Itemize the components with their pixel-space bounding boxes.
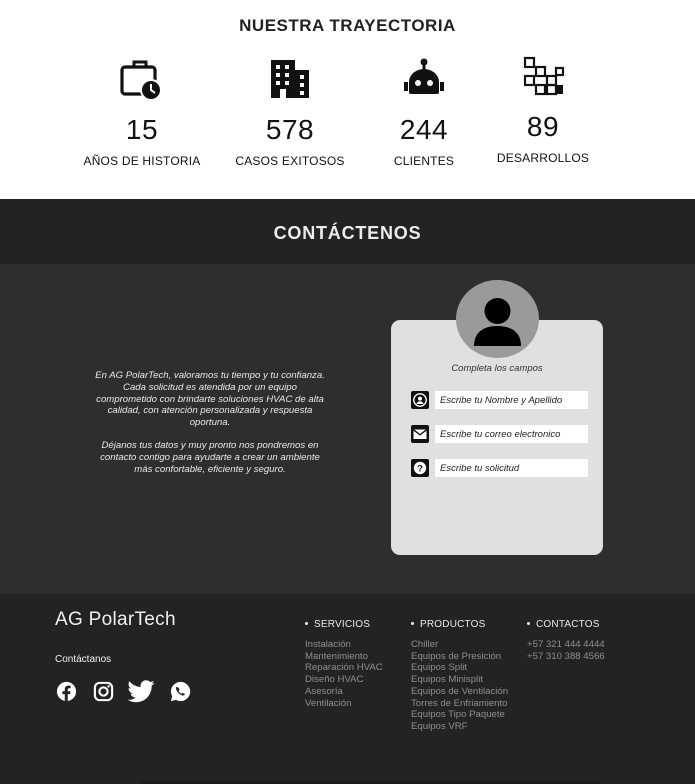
productos-item[interactable]: Equipos de Presición bbox=[411, 651, 508, 663]
contact-section: En AG PolarTech, valoramos tu tiempo y t… bbox=[0, 264, 695, 594]
contact-intro-paragraph-1: En AG PolarTech, valoramos tu tiempo y t… bbox=[95, 370, 325, 429]
servicios-item[interactable]: Diseño HVAC bbox=[305, 674, 383, 686]
name-field-row bbox=[411, 391, 588, 409]
stat-cases-label: CASOS EXITOSOS bbox=[235, 154, 345, 168]
contact-intro-paragraph-2: Déjanos tus datos y muy pronto nos pondr… bbox=[100, 439, 320, 475]
question-icon: ? bbox=[411, 459, 429, 477]
envelope-icon bbox=[411, 425, 429, 443]
facebook-icon[interactable] bbox=[55, 680, 78, 703]
phone-number[interactable]: +57 321 444 4444 bbox=[527, 639, 605, 651]
productos-item[interactable]: Equipos Minisplit bbox=[411, 674, 508, 686]
stat-developments-label: DESARROLLOS bbox=[496, 151, 590, 165]
footer-contact-link[interactable]: Contáctanos bbox=[55, 654, 111, 665]
email-input[interactable] bbox=[435, 425, 588, 443]
social-links bbox=[55, 680, 195, 704]
servicios-item[interactable]: Asesoría bbox=[305, 686, 383, 698]
whatsapp-icon[interactable] bbox=[169, 680, 192, 703]
footer-brand: AG PolarTech bbox=[55, 609, 176, 630]
stat-developments: 89 DESARROLLOS bbox=[473, 55, 613, 165]
stat-cases-value: 578 bbox=[265, 114, 315, 145]
stat-years: 15 AÑOS DE HISTORIA bbox=[72, 58, 212, 168]
request-input[interactable] bbox=[435, 459, 588, 477]
servicios-item[interactable]: Instalación bbox=[305, 639, 383, 651]
svg-text:?: ? bbox=[417, 463, 423, 474]
footer-productos: PRODUCTOS Chiller Equipos de Presición E… bbox=[411, 619, 508, 733]
productos-heading: PRODUCTOS bbox=[411, 619, 508, 630]
name-input[interactable] bbox=[435, 391, 588, 409]
stat-cases: 578 CASOS EXITOSOS bbox=[220, 58, 360, 168]
servicios-item[interactable]: Mantenimiento bbox=[305, 651, 383, 663]
email-field-row bbox=[411, 425, 588, 443]
productos-item[interactable]: Chiller bbox=[411, 639, 508, 651]
contact-header: CONTÁCTENOS bbox=[0, 199, 695, 264]
trajectory-section: NUESTRA TRAYECTORIA 15 AÑOS DE HISTORIA … bbox=[0, 0, 695, 199]
user-circle-icon bbox=[411, 391, 429, 409]
twitter-icon[interactable] bbox=[127, 680, 155, 703]
briefcase-clock-icon bbox=[120, 60, 162, 101]
contactos-heading: CONTACTOS bbox=[527, 619, 605, 630]
footer-servicios: SERVICIOS Instalación Mantenimiento Repa… bbox=[305, 619, 383, 709]
servicios-item[interactable]: Reparación HVAC bbox=[305, 662, 383, 674]
contact-intro: En AG PolarTech, valoramos tu tiempo y t… bbox=[95, 370, 325, 475]
request-field-row: ? bbox=[411, 459, 588, 477]
phone-number[interactable]: +57 310 388 4566 bbox=[527, 651, 605, 663]
stat-developments-value: 89 bbox=[526, 111, 560, 142]
building-icon bbox=[271, 60, 309, 98]
avatar bbox=[456, 280, 539, 358]
form-hint: Completa los campos bbox=[451, 363, 543, 374]
productos-item[interactable]: Equipos VRF bbox=[411, 721, 508, 733]
servicios-heading: SERVICIOS bbox=[305, 619, 383, 630]
blocks-icon bbox=[523, 56, 565, 96]
contact-title: CONTÁCTENOS bbox=[273, 223, 422, 243]
productos-item[interactable]: Equipos de Ventilación bbox=[411, 686, 508, 698]
stat-years-value: 15 bbox=[125, 114, 159, 145]
footer: AG PolarTech Contáctanos SERVICIOS Insta… bbox=[0, 594, 695, 784]
trajectory-title: NUESTRA TRAYECTORIA bbox=[239, 16, 456, 35]
productos-item[interactable]: Equipos Tipo Paquete bbox=[411, 709, 508, 721]
footer-contactos: CONTACTOS +57 321 444 4444 +57 310 388 4… bbox=[527, 619, 605, 662]
productos-item[interactable]: Equipos Split bbox=[411, 662, 508, 674]
productos-item[interactable]: Torres de Enfriamiento bbox=[411, 698, 508, 710]
robot-icon bbox=[404, 58, 444, 94]
stat-years-label: AÑOS DE HISTORIA bbox=[83, 154, 201, 168]
user-avatar-icon bbox=[474, 298, 521, 346]
servicios-item[interactable]: Ventilación bbox=[305, 698, 383, 710]
instagram-icon[interactable] bbox=[92, 680, 115, 703]
